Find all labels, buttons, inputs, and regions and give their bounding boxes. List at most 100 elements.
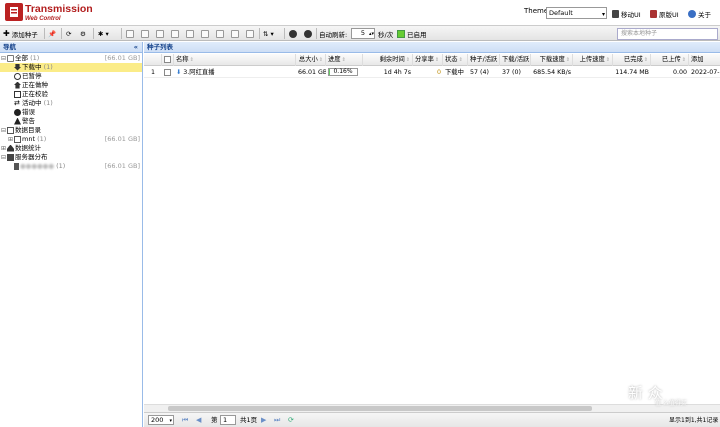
nav-item-statistics[interactable]: ⊞ 数据统计 — [0, 144, 142, 153]
auto-refresh-toggle[interactable]: 已启用 — [397, 28, 427, 39]
pause-all-button[interactable] — [304, 28, 312, 39]
server-icon — [14, 162, 19, 170]
col-label: 下载速度 — [539, 56, 565, 63]
verify-icon — [186, 29, 194, 38]
col-label: 已上传 — [661, 56, 681, 63]
refresh-icon[interactable]: ⟳ — [288, 416, 294, 424]
start-icon — [126, 29, 134, 38]
brand-title: Transmission — [25, 3, 93, 15]
page-size-select[interactable]: 200 ▾ — [148, 415, 174, 425]
col-remaining[interactable]: 剩余时间⇕ — [363, 54, 413, 66]
col-progress[interactable]: 进度⇕ — [326, 54, 363, 66]
col-ratio[interactable]: 分享率⇕ — [413, 54, 443, 66]
start-all-button[interactable] — [289, 28, 297, 39]
sort-menu-button[interactable]: ⇅ ▾ — [263, 28, 274, 39]
chevron-down-icon: ▾ — [105, 29, 109, 38]
nav-count: (1) — [43, 63, 53, 71]
col-seeds[interactable]: 种子/活跃 — [468, 54, 500, 66]
nav-item-paused[interactable]: 已暂停 — [0, 72, 142, 81]
nav-label: 已暂停 — [22, 72, 42, 80]
info-icon — [688, 10, 696, 18]
refresh-unit: 秒/次 — [378, 30, 394, 39]
table-row[interactable]: 1 ⬇ 3.阿红直播 66.01 GB 0.16% 1d 4h 7s 0 下载中… — [144, 67, 720, 78]
row-checkbox[interactable] — [162, 67, 174, 78]
add-torrent-button[interactable]: ✚ 添加种子 — [3, 28, 38, 39]
select-all-checkbox[interactable] — [162, 54, 174, 66]
error-icon — [14, 108, 21, 116]
nav-item-all[interactable]: ⊟ 全部 (1) [66.01 GB] — [0, 54, 142, 63]
col-down-speed[interactable]: 下载速度⇕ — [531, 54, 573, 66]
plugin-menu-button[interactable]: ✱ ▾ — [98, 28, 109, 39]
collapse-button[interactable]: « — [134, 42, 138, 52]
search-input[interactable]: 搜索本地种子 — [617, 28, 718, 40]
tag-icon — [231, 29, 239, 38]
col-uploaded[interactable]: 已上传⇕ — [651, 54, 689, 66]
chevron-down-icon: ▾ — [601, 11, 605, 18]
delete-button[interactable] — [171, 28, 179, 39]
nav-label: 下载中 — [22, 63, 42, 71]
expand-toggle-icon: ⊞ — [0, 145, 7, 152]
row-status: 下载中 — [445, 69, 464, 76]
page-input[interactable]: 1 — [220, 415, 236, 425]
pin-button[interactable]: 📌 — [48, 28, 56, 39]
col-size[interactable]: 总大小⇕ — [296, 54, 326, 66]
col-label: 分享率 — [415, 56, 434, 63]
col-completed[interactable]: 已完成⇕ — [613, 54, 651, 66]
nav-item-seeding[interactable]: 正在做种 — [0, 81, 142, 90]
theme-select[interactable]: Default ▾ — [546, 7, 607, 19]
nav-item-checking[interactable]: 正在校验 — [0, 90, 142, 99]
col-status[interactable]: 状态⇕ — [443, 54, 468, 66]
pin-icon: 📌 — [48, 29, 57, 38]
nav-item-downloading[interactable]: 下载中 (1) — [0, 63, 142, 72]
folder-icon — [14, 135, 21, 143]
nav-item-servers[interactable]: ⊟ 服务器分布 — [0, 153, 142, 162]
nav-panel: 导航 « ⊟ 全部 (1) [66.01 GB] 下载中 (1) 已暂停 正在做种 … — [0, 42, 143, 427]
remove-button[interactable] — [156, 28, 164, 39]
limit-button[interactable] — [246, 28, 254, 39]
home-icon — [7, 54, 14, 62]
prev-page-button[interactable]: ◀ — [196, 416, 201, 424]
col-peers[interactable]: 下载/活跃 — [500, 54, 531, 66]
mobile-ui-link[interactable]: 移动UI — [612, 9, 641, 19]
move-button[interactable] — [216, 28, 224, 39]
nav-item-data-dirs[interactable]: ⊟ 数据目录 — [0, 126, 142, 135]
scrollbar-thumb[interactable] — [168, 406, 592, 411]
auto-refresh-label: 自动刷新: — [319, 30, 348, 39]
col-name[interactable]: 名称⇕ — [174, 54, 296, 66]
nav-item-server-host[interactable]: ●●●●●● (1) [66.01 GB] — [0, 162, 142, 171]
start-button[interactable] — [126, 28, 134, 39]
nav-item-mnt[interactable]: ⊞ mnt (1) [66.01 GB] — [0, 135, 142, 144]
collapse-toggle-icon: ⊟ — [0, 55, 7, 62]
reload-button[interactable]: ⟳ — [66, 28, 71, 39]
next-page-button[interactable]: ▶ — [261, 416, 266, 424]
nav-label: 正在做种 — [22, 81, 48, 89]
sort-icon: ⇕ — [189, 57, 194, 63]
first-page-button[interactable]: ⏮ — [182, 416, 188, 425]
col-label: 剩余时间 — [379, 56, 405, 63]
horizontal-scrollbar[interactable] — [144, 404, 720, 412]
phone-icon — [612, 10, 619, 18]
last-page-button[interactable]: ⏭ — [274, 416, 280, 425]
col-added[interactable]: 添加 — [689, 54, 720, 66]
pause-button[interactable] — [141, 28, 149, 39]
nav-count: (1) — [56, 162, 66, 170]
reannounce-button[interactable] — [201, 28, 209, 39]
original-ui-link[interactable]: 原版UI — [650, 9, 679, 19]
col-up-speed[interactable]: 上传速度⇕ — [573, 54, 613, 66]
label-button[interactable] — [231, 28, 239, 39]
app-header: Transmission Web Control Theme: Default … — [0, 0, 720, 25]
row-name[interactable]: ⬇ 3.阿红直播 — [174, 67, 296, 78]
settings-button[interactable]: ⚙ — [80, 28, 86, 39]
collapse-toggle-icon: ⊟ — [0, 154, 7, 161]
torrent-list-title: 种子列表 — [147, 43, 173, 51]
verify-button[interactable] — [186, 28, 194, 39]
divider — [61, 28, 62, 39]
refresh-stepper[interactable]: ▴▾ — [369, 28, 374, 39]
nav-item-error[interactable]: 错误 — [0, 108, 142, 117]
col-label: 下载/活跃 — [502, 56, 530, 63]
col-label: 进度 — [328, 56, 341, 63]
nav-item-active[interactable]: ⇄ 活动中 (1) — [0, 99, 142, 108]
nav-item-warning[interactable]: 警告 — [0, 117, 142, 126]
about-link[interactable]: 关于 — [688, 9, 711, 19]
server-icon — [7, 153, 14, 161]
